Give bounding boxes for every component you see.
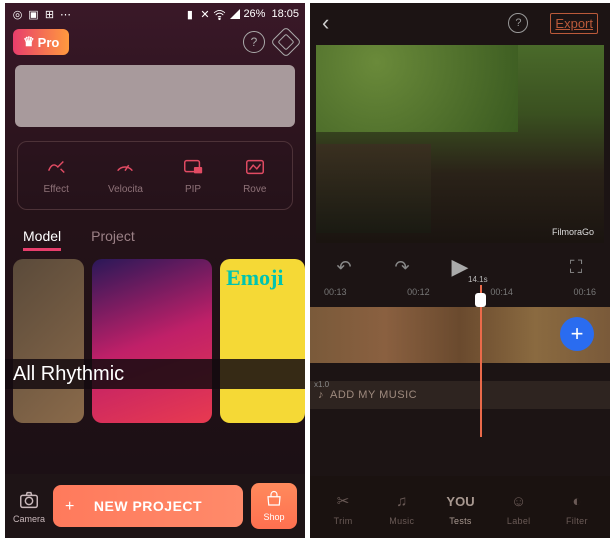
tool-rove[interactable]: Rove [243,156,266,195]
watermark: FilmoraGo [552,227,594,237]
settings-icon[interactable] [270,26,301,57]
clock: 18:05 [271,8,299,20]
tool-pip[interactable]: PIP [182,156,204,195]
tool-label: Filter [566,516,588,526]
editor-header: ‹ ? Export [310,3,610,43]
fullscreen-button[interactable]: ⛶ [562,253,590,281]
tab-project[interactable]: Project [91,228,135,251]
quick-tools: Effect Velocita PIP Rove [17,141,293,210]
time-ruler: 00:13 00:12 00:14 00:16 [310,285,610,303]
tool-music[interactable]: ♫ Music [389,490,414,526]
template-card[interactable] [92,259,212,423]
tool-label: Velocita [108,184,143,195]
video-preview[interactable]: FilmoraGo [316,45,604,243]
sticker-icon: ☺ [507,490,531,512]
redo-button[interactable]: ↷ [388,253,416,281]
battery-text: 26% [243,8,265,20]
camera-icon [15,488,43,512]
music-note-icon: ♪ [318,389,324,401]
tool-velocity[interactable]: Velocita [108,156,143,195]
more-icon: ⋯ [59,8,72,21]
apps-icon: ⊞ [43,8,56,21]
tool-label: PIP [185,184,201,195]
help-icon[interactable]: ? [508,13,528,33]
editor-screen: ‹ ? Export FilmoraGo ↶ ↷ ▶ ⛶ 00:13 00:12… [310,3,610,538]
camera-button[interactable]: Camera [13,488,45,524]
export-button[interactable]: Export [550,13,598,34]
editor-toolbar: ✂ Trim ♫ Music YOU Tests ☺ Label ◐ Filte… [310,476,610,538]
vibrate-icon: ▮ [183,8,196,21]
tool-tests[interactable]: YOU Tests [448,490,472,526]
emoji-title: Emoji [226,265,283,291]
section-tabs: Model Project [5,224,305,259]
playhead[interactable]: 14.1s [480,285,482,437]
ruler-tick: 00:16 [573,287,596,297]
pro-label: Pro [38,35,60,50]
music-track[interactable]: ♪ ADD MY MUSIC [310,381,610,409]
new-project-button[interactable]: NEW PROJECT [53,485,243,527]
tab-model[interactable]: Model [23,228,61,251]
filter-icon: ◐ [565,490,589,512]
tool-label[interactable]: ☺ Label [507,490,531,526]
tool-label: Rove [243,184,266,195]
playhead-time: 14.1s [468,275,488,284]
tool-label: Label [507,516,531,526]
zoom-scale: x1.0 [314,380,329,389]
wifi-icon [213,8,226,21]
rhythm-overlay: All Rhythmic [13,359,305,389]
back-button[interactable]: ‹ [322,10,329,36]
bottom-bar: Camera NEW PROJECT Shop [5,474,305,538]
status-bar: ◎ ▣ ⊞ ⋯ ▮ ✕ 26% 18:05 [5,3,305,25]
music-icon: ♫ [390,490,414,512]
tool-effect[interactable]: Effect [44,156,69,195]
ruler-tick: 00:14 [490,287,513,297]
pip-icon [182,156,204,178]
ruler-tick: 00:13 [324,287,347,297]
camera-label: Camera [13,514,45,524]
undo-button[interactable]: ↶ [330,253,358,281]
template-card-emoji[interactable]: Emoji [220,259,305,423]
shop-button[interactable]: Shop [251,483,297,529]
tool-trim[interactable]: ✂ Trim [331,490,355,526]
shop-icon [264,490,284,510]
template-card[interactable] [13,259,84,423]
effect-icon [45,156,67,178]
mute-icon: ✕ [198,8,211,21]
signal-icon [228,8,241,21]
tool-label: Music [389,516,414,526]
header-row: ♛ Pro ? [5,25,305,59]
tool-label: Effect [44,184,69,195]
text-icon: YOU [448,490,472,512]
image-icon: ▣ [27,8,40,21]
scissors-icon: ✂ [331,490,355,512]
playback-controls: ↶ ↷ ▶ ⛶ [310,243,610,285]
home-screen: ◎ ▣ ⊞ ⋯ ▮ ✕ 26% 18:05 ♛ Pro ? [5,3,305,538]
pro-badge[interactable]: ♛ Pro [13,29,69,55]
nfc-icon: ◎ [11,8,24,21]
help-icon[interactable]: ? [243,31,265,53]
velocity-icon [114,156,136,178]
tool-label: Trim [334,516,353,526]
ruler-tick: 00:12 [407,287,430,297]
tool-label: Tests [449,516,472,526]
promo-banner[interactable] [15,65,295,127]
shop-label: Shop [263,512,284,522]
music-label: ADD MY MUSIC [330,389,417,401]
crown-icon: ♛ [23,34,35,50]
rove-icon [244,156,266,178]
templates-row: Emoji All Rhythmic [5,259,305,423]
add-clip-button[interactable]: + [560,317,594,351]
timeline[interactable]: 14.1s + x1.0 [310,303,610,375]
tool-filter[interactable]: ◐ Filter [565,490,589,526]
